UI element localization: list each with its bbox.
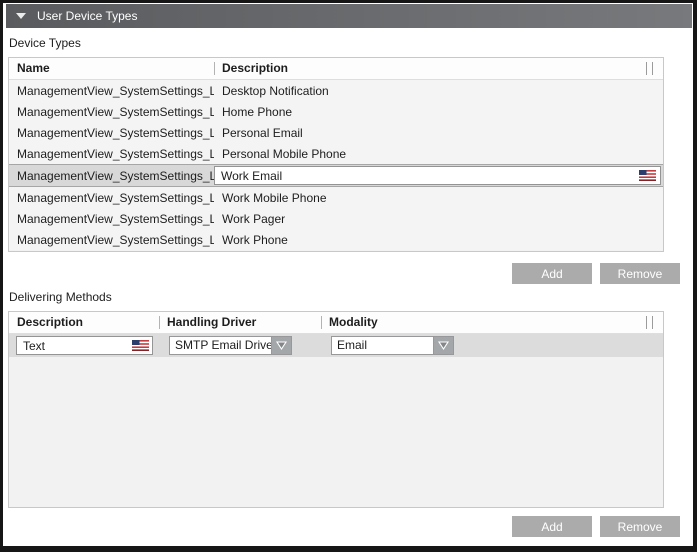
table-row[interactable]: ManagementView_SystemSettings_Lib Home P… (9, 101, 663, 122)
handling-driver-dropdown[interactable]: SMTP Email Driver (169, 336, 292, 355)
description-edit-cell (214, 166, 661, 185)
row-name: ManagementView_SystemSettings_Lib (9, 169, 214, 183)
row-description: Desktop Notification (214, 84, 663, 98)
delivering-methods-label: Delivering Methods (9, 290, 693, 305)
delivering-methods-grid: Description Handling Driver Modality SMT… (8, 311, 664, 508)
handling-driver-value: SMTP Email Driver (170, 337, 271, 354)
row-description: Work Phone (214, 233, 663, 247)
delivering-methods-remove-button[interactable]: Remove (600, 516, 680, 537)
table-row[interactable]: ManagementView_SystemSettings_Lib Person… (9, 122, 663, 143)
row-description: Home Phone (214, 105, 663, 119)
description-input[interactable] (17, 337, 132, 354)
row-name: ManagementView_SystemSettings_Lib (9, 191, 214, 205)
row-name: ManagementView_SystemSettings_Lib (9, 126, 214, 140)
row-description: Work Mobile Phone (214, 191, 663, 205)
description-cell (16, 336, 153, 355)
table-row-selected[interactable]: ManagementView_SystemSettings_Lib (9, 164, 663, 187)
chevron-down-icon[interactable] (433, 337, 453, 354)
description-edit-input[interactable] (215, 167, 639, 184)
table-row[interactable]: ManagementView_SystemSettings_Lib Deskto… (9, 80, 663, 101)
panel-titlebar[interactable]: User Device Types (6, 4, 692, 28)
row-name: ManagementView_SystemSettings_Lib (9, 233, 214, 247)
row-description: Personal Mobile Phone (214, 147, 663, 161)
delivering-method-row[interactable]: SMTP Email Driver Email (9, 334, 663, 357)
table-row[interactable]: ManagementView_SystemSettings_Lib Work P… (9, 229, 663, 250)
row-name: ManagementView_SystemSettings_Lib (9, 147, 214, 161)
row-name: ManagementView_SystemSettings_Lib (9, 84, 214, 98)
table-row[interactable]: ManagementView_SystemSettings_Lib Work M… (9, 187, 663, 208)
device-types-add-button[interactable]: Add (512, 263, 592, 284)
modality-value: Email (332, 337, 433, 354)
user-device-types-panel: User Device Types Device Types Name Desc… (0, 0, 697, 552)
column-header-modality[interactable]: Modality (321, 312, 663, 333)
column-header-handling-driver[interactable]: Handling Driver (159, 312, 321, 333)
device-types-grid: Name Description ManagementView_SystemSe… (8, 57, 664, 252)
column-header-description[interactable]: Description (9, 312, 159, 333)
panel-title: User Device Types (37, 9, 137, 23)
delivering-methods-grid-header: Description Handling Driver Modality (9, 312, 663, 334)
table-row[interactable]: ManagementView_SystemSettings_Lib Work P… (9, 208, 663, 229)
delivering-methods-add-button[interactable]: Add (512, 516, 592, 537)
chevron-down-icon[interactable] (271, 337, 291, 354)
us-flag-icon[interactable] (639, 170, 656, 181)
device-types-remove-button[interactable]: Remove (600, 263, 680, 284)
device-types-label: Device Types (9, 36, 693, 51)
device-types-grid-header: Name Description (9, 58, 663, 80)
column-header-name[interactable]: Name (9, 58, 214, 79)
row-name: ManagementView_SystemSettings_Lib (9, 105, 214, 119)
row-description: Personal Email (214, 126, 663, 140)
modality-dropdown[interactable]: Email (331, 336, 454, 355)
row-description: Work Pager (214, 212, 663, 226)
collapse-icon[interactable] (16, 13, 26, 19)
row-name: ManagementView_SystemSettings_Lib (9, 212, 214, 226)
column-header-description[interactable]: Description (214, 58, 663, 79)
table-row[interactable]: ManagementView_SystemSettings_Lib Person… (9, 143, 663, 164)
us-flag-icon[interactable] (132, 340, 149, 351)
